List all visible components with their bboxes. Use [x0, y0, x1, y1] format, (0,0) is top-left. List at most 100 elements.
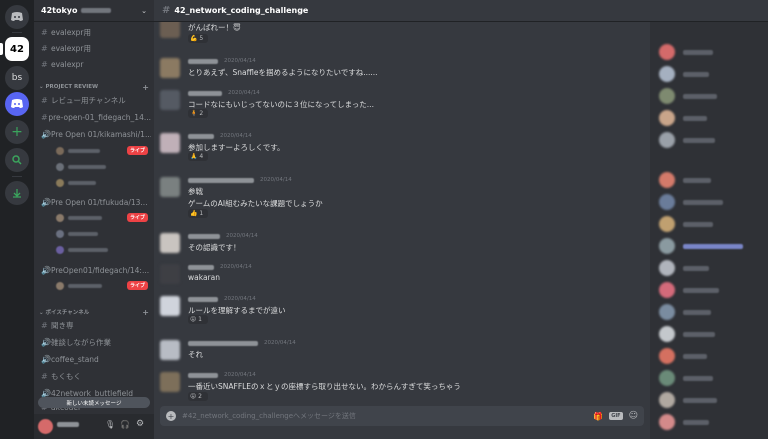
gif-icon[interactable]: GIF [609, 412, 623, 420]
message-text: とりあえず、Snaffleを掴めるようになりたいですね...... [188, 68, 378, 77]
voice-user[interactable]: ライブ [56, 145, 148, 156]
member-item[interactable] [659, 66, 709, 82]
member-item[interactable] [659, 370, 713, 386]
add-channel-icon[interactable]: + [142, 308, 149, 317]
live-badge: ライブ [126, 146, 148, 155]
message-text: wakaran [188, 273, 220, 282]
timestamp: 2020/04/14 [220, 264, 252, 270]
channel-item[interactable]: # 聞き専 [37, 318, 151, 333]
voice-user[interactable]: ライブ [56, 280, 148, 291]
avatar[interactable] [38, 419, 53, 434]
speaker-icon: 🔊 [41, 130, 51, 139]
avatar[interactable] [160, 133, 180, 153]
discord-home-icon[interactable] [5, 5, 29, 29]
user-panel: 🎙 🎧 ⚙ [34, 414, 154, 439]
guild-name: 42tokyo [41, 6, 78, 15]
timestamp: 2020/04/14 [228, 90, 260, 96]
channel-item[interactable]: # レビュー用チャンネル [37, 93, 151, 108]
message-input[interactable]: #42_network_coding_challengeへメッセージを送信 [182, 411, 356, 421]
hash-icon: # [41, 372, 48, 381]
avatar[interactable] [160, 233, 180, 253]
avatar[interactable] [160, 177, 180, 197]
hash-icon: # [41, 113, 48, 122]
server-42tokyo[interactable]: 42 [5, 37, 29, 61]
voice-user[interactable]: ライブ [56, 212, 148, 223]
headphones-icon[interactable]: 🎧 [120, 420, 130, 429]
reaction[interactable]: 😝 1 [188, 315, 208, 324]
speaker-icon: 🔊 [41, 355, 51, 364]
avatar[interactable] [160, 264, 180, 284]
member-item[interactable] [659, 44, 713, 60]
channel-item[interactable]: # pre-open-01_fidegach_14... [37, 110, 151, 125]
member-item[interactable] [659, 348, 707, 364]
channel-item[interactable]: # evalexpr [37, 57, 151, 72]
add-channel-icon[interactable]: + [142, 83, 149, 92]
download-icon[interactable] [5, 181, 29, 205]
voice-channel-item[interactable]: 🔊 Pre Open 01/tfukuda/13... [37, 195, 151, 210]
voice-channel-item[interactable]: 🔊 雑談しながら作業 [37, 335, 151, 350]
new-messages-pill[interactable]: 新しい未読メッセージ [38, 397, 150, 408]
gift-icon[interactable]: 🎁 [593, 412, 603, 421]
gear-icon[interactable]: ⚙ [136, 419, 144, 429]
emoji-icon[interactable]: ☺ [629, 411, 638, 421]
member-item[interactable] [659, 194, 723, 210]
message-text: 一番近いSNAFFLEのｘとｙの座標すら取り出せない。わからんすぎて笑っちゃう [188, 382, 461, 391]
avatar[interactable] [160, 90, 180, 110]
member-item[interactable] [659, 304, 711, 320]
avatar[interactable] [160, 340, 180, 360]
channel-title: 42_network_coding_challenge [174, 6, 309, 15]
message-composer[interactable]: + #42_network_coding_challengeへメッセージを送信 … [160, 406, 644, 426]
speaker-icon: 🔊 [41, 266, 51, 275]
message: 2020/04/14 一番近いSNAFFLEのｘとｙの座標すら取り出せない。わか… [160, 370, 640, 404]
voice-user[interactable] [56, 161, 148, 172]
voice-user[interactable] [56, 177, 148, 188]
mic-icon[interactable]: 🎙 [105, 420, 115, 429]
reaction[interactable]: 🧍 2 [188, 109, 208, 118]
member-item[interactable] [659, 260, 709, 276]
channel-item[interactable]: # evalexpr用 [37, 41, 151, 56]
channel-item[interactable]: # もくもく [37, 369, 151, 384]
member-item[interactable] [659, 132, 715, 148]
hash-icon: # [41, 44, 48, 53]
member-item[interactable] [659, 414, 709, 430]
reaction[interactable]: 👍 1 [188, 209, 208, 218]
avatar[interactable] [160, 372, 180, 392]
server-rail: 42 bs + [0, 0, 34, 439]
speaker-icon: 🔊 [41, 338, 51, 347]
member-item[interactable] [659, 216, 713, 232]
voice-channel-item[interactable]: 🔊 coffee_stand [37, 352, 151, 367]
add-server-button[interactable]: + [5, 120, 29, 144]
reaction[interactable]: 🙏 4 [188, 152, 208, 161]
message-text: ゲームのAI組むみたいな課題でしょうか [188, 199, 323, 208]
voice-channel-item[interactable]: 🔊 Pre Open 01/kikamashi/1... [37, 127, 151, 142]
timestamp: 2020/04/14 [226, 233, 258, 239]
add-icon[interactable]: + [166, 411, 176, 421]
member-item[interactable] [659, 282, 719, 298]
timestamp: 2020/04/14 [224, 296, 256, 302]
channel-item[interactable]: # evalexpr用 [37, 25, 151, 40]
avatar[interactable] [160, 296, 180, 316]
member-item[interactable] [659, 172, 711, 188]
reaction[interactable]: 😝 2 [188, 392, 208, 401]
reaction[interactable]: 💪 5 [188, 34, 208, 43]
voice-user[interactable] [56, 244, 148, 255]
discord-window: 42 bs + 42tokyo ⌄ # evalexpr用 # evalexpr用 … [0, 0, 768, 439]
server-discord[interactable] [5, 92, 29, 116]
member-item[interactable] [659, 326, 715, 342]
category-voice[interactable]: ⌄ ボイスチャンネル + [39, 307, 149, 317]
guild-header[interactable]: 42tokyo ⌄ [34, 0, 154, 22]
explore-icon[interactable] [5, 148, 29, 172]
message: 2020/04/14 参戦 ゲームのAI組むみたいな課題でしょうか 👍 1 [160, 175, 640, 223]
member-item[interactable] [659, 238, 743, 254]
message: 2020/04/14 ルールを理解するまでが遠い 😝 1 [160, 294, 640, 328]
member-item[interactable] [659, 88, 717, 104]
member-item[interactable] [659, 110, 707, 126]
server-bs[interactable]: bs [5, 66, 29, 90]
category-project-review[interactable]: ⌄ PROJECT REVIEW + [39, 82, 149, 92]
voice-user[interactable] [56, 228, 148, 239]
voice-channel-item[interactable]: 🔊 PreOpen01/fidegach/14:... [37, 263, 151, 278]
avatar[interactable] [160, 58, 180, 78]
hash-icon: # [41, 28, 48, 37]
message-text: がんばれー！😇 [188, 23, 241, 32]
member-item[interactable] [659, 392, 717, 408]
